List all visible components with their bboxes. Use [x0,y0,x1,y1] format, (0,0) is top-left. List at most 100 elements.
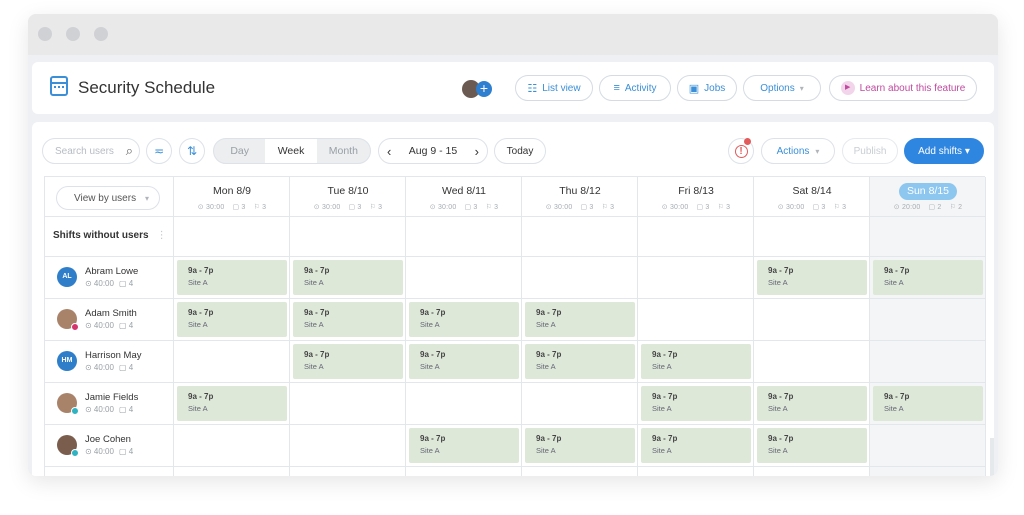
activity-button[interactable]: ≡ Activity [599,75,671,101]
add-admin-icon[interactable]: + [476,81,492,97]
grid-column-divider [985,177,986,476]
view-day-tab[interactable]: Day [214,139,265,163]
view-week-tab[interactable]: Week [265,139,317,163]
options-button[interactable]: Options ▾ [743,75,821,101]
shift-card[interactable]: 9a - 7p Site A [525,344,635,379]
filter-button[interactable]: ≂ [146,138,172,164]
view-month-tab[interactable]: Month [317,139,370,163]
day-header[interactable]: Fri 8/13 ⊙ 30:00 ▢ 3 ⚐ 3 [638,177,754,217]
shift-time: 9a - 7p [652,392,678,401]
day-name: Fri 8/13 [678,185,714,197]
shift-card[interactable]: 9a - 7p Site A [177,386,287,421]
shift-card[interactable]: 9a - 7p Site A [641,386,751,421]
shift-site: Site A [420,320,440,329]
shift-time: 9a - 7p [304,350,330,359]
shift-card[interactable]: 9a - 7p Site A [177,260,287,295]
day-header[interactable]: Sun 8/15 ⊙ 20:00 ▢ 2 ⚐ 2 [870,177,986,217]
day-stats: ⊙ 30:00 ▢ 3 ⚐ 3 [638,203,754,211]
shift-time: 9a - 7p [768,266,794,275]
next-week-icon[interactable]: › [475,144,479,159]
play-icon: ▶ [840,81,855,95]
shift-card[interactable]: 9a - 7p Site A [525,302,635,337]
avatar [57,435,79,457]
view-by-users-dropdown[interactable]: View by users ▾ [56,186,160,210]
sort-button[interactable]: ⇅ [179,138,205,164]
shift-card[interactable]: 9a - 7p Site A [293,302,403,337]
hours-icon: ⊙ 30:00 [429,204,457,211]
day-header[interactable]: Thu 8/12 ⊙ 30:00 ▢ 3 ⚐ 3 [522,177,638,217]
day-name: Tue 8/10 [327,185,369,197]
users-icon: ⚐ 3 [253,204,267,211]
search-field[interactable]: Search users ⌕ [42,138,140,164]
shift-card[interactable]: 9a - 7p Site A [873,260,983,295]
day-header[interactable]: Tue 8/10 ⊙ 30:00 ▢ 3 ⚐ 3 [290,177,406,217]
day-name: Wed 8/11 [442,185,486,197]
scroll-handle[interactable] [990,438,994,476]
employee-row[interactable]: HM Harrison May ⊙ 40:00 ▢ 4 [45,341,173,383]
window-minimize-dot[interactable] [66,27,80,41]
list-view-button[interactable]: ☷ List view [515,75,593,101]
employee-row[interactable]: Joe Cohen ⊙ 40:00 ▢ 4 [45,425,173,467]
shift-site: Site A [188,278,208,287]
add-shifts-button[interactable]: Add shifts ▾ [904,138,984,164]
day-header[interactable]: Wed 8/11 ⊙ 30:00 ▢ 3 ⚐ 3 [406,177,522,217]
shift-card[interactable]: 9a - 7p Site A [641,428,751,463]
today-button[interactable]: Today [494,138,546,164]
window-maximize-dot[interactable] [94,27,108,41]
shift-card[interactable]: 9a - 7p Site A [873,386,983,421]
alerts-button[interactable]: ! [728,138,754,164]
more-icon[interactable]: ⋮ [157,230,167,241]
shift-card[interactable]: 9a - 7p Site A [409,428,519,463]
hours-icon: ⊙ 40:00 [85,279,114,288]
learn-feature-button[interactable]: ▶ Learn about this feature [829,75,977,101]
shift-site: Site A [420,362,440,371]
users-icon: ⚐ 2 [949,204,963,211]
shifts-icon: ▢ 3 [580,204,594,211]
shifts-icon: ▢ 2 [928,204,942,211]
shift-card[interactable]: 9a - 7p Site A [757,428,867,463]
grid-column-divider [289,177,290,476]
prev-week-icon[interactable]: ‹ [387,144,391,159]
grid-row-divider [45,256,985,257]
day-stats: ⊙ 30:00 ▢ 3 ⚐ 3 [174,203,290,211]
day-name: Sat 8/14 [792,185,832,197]
shift-card[interactable]: 9a - 7p Site A [409,344,519,379]
shift-time: 9a - 7p [536,308,562,317]
shift-card[interactable]: 9a - 7p Site A [757,386,867,421]
shift-site: Site A [652,404,672,413]
day-name: Thu 8/12 [559,185,601,197]
window-titlebar [28,14,998,55]
shift-card[interactable]: 9a - 7p Site A [525,428,635,463]
employee-row[interactable]: Adam Smith ⊙ 40:00 ▢ 4 [45,299,173,341]
shift-card[interactable]: 9a - 7p Site A [177,302,287,337]
grid-row-divider [45,382,985,383]
chevron-down-icon: ▾ [144,193,149,203]
day-header[interactable]: Mon 8/9 ⊙ 30:00 ▢ 3 ⚐ 3 [174,177,290,217]
shift-card[interactable]: 9a - 7p Site A [757,260,867,295]
actions-button[interactable]: Actions ▾ [761,138,835,164]
shift-time: 9a - 7p [420,308,446,317]
shift-site: Site A [536,446,556,455]
shift-card[interactable]: 9a - 7p Site A [409,302,519,337]
shift-time: 9a - 7p [304,308,330,317]
shift-time: 9a - 7p [768,434,794,443]
employee-stats: ⊙ 40:00 ▢ 4 [85,279,138,288]
jobs-button[interactable]: ▣ Jobs [677,75,737,101]
shift-card[interactable]: 9a - 7p Site A [641,344,751,379]
employee-row[interactable]: Jamie Fields ⊙ 40:00 ▢ 4 [45,383,173,425]
shift-site: Site A [304,320,324,329]
shift-time: 9a - 7p [768,392,794,401]
shift-time: 9a - 7p [188,392,214,401]
admins-avatar-group[interactable]: + [462,79,496,99]
shift-card[interactable]: 9a - 7p Site A [293,344,403,379]
calendar-icon [50,76,68,96]
search-input[interactable]: Search users [55,146,114,157]
day-header[interactable]: Sat 8/14 ⊙ 30:00 ▢ 3 ⚐ 3 [754,177,870,217]
shift-card[interactable]: 9a - 7p Site A [293,260,403,295]
day-stats: ⊙ 20:00 ▢ 2 ⚐ 2 [870,203,986,211]
publish-button[interactable]: Publish [842,138,898,164]
window-close-dot[interactable] [38,27,52,41]
employee-row[interactable]: AL Abram Lowe ⊙ 40:00 ▢ 4 [45,257,173,299]
shifts-icon: ▢ 3 [812,204,826,211]
status-badge [71,323,79,331]
